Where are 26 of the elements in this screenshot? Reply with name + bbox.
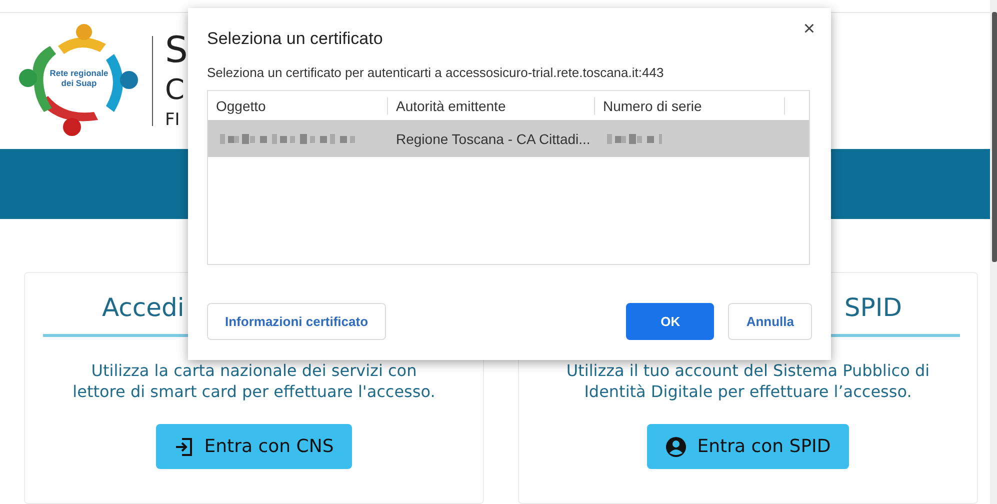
site-subtitle: C [165,72,186,107]
login-button[interactable]: Entra con CNS [156,424,352,469]
column-header[interactable]: Oggetto [208,96,388,114]
logo-text: Rete regionale dei Suap [48,68,110,88]
site-caption: FI [165,108,181,132]
card-title: Accedi [102,293,184,323]
dialog-button[interactable]: OK [626,303,714,340]
card-description: lettore di smart card per effettuare l'accesso. [72,381,436,402]
scrollbar[interactable] [990,0,997,504]
user-icon [665,436,688,458]
certificate-row[interactable]: Regione Toscana - CA Cittadi... [208,120,809,157]
card-description: Utilizza il tuo account del Sistema Pubblico di [566,360,930,381]
issuer-cell-text: Regione Toscana - CA Cittadi... [395,130,592,146]
dialog-button[interactable]: Informazioni certificato [207,303,386,340]
close-button[interactable]: × [801,18,817,41]
site-title: S [165,28,188,73]
dialog-title: Seleziona un certificato [207,29,384,49]
card-description: Identità Digitale per effettuare l’accesso. [584,381,912,402]
dialog-message: Seleziona un certificato per autenticarti a accessosicuro-trial.rete.toscana.it:443 [207,65,665,80]
dialog-button[interactable]: Annulla [728,303,812,340]
column-header[interactable]: Autorità emittente [388,96,595,114]
card-title: SPID [844,293,902,323]
login-icon [174,436,194,456]
login-button[interactable]: Entra con SPID [647,424,849,469]
column-header[interactable]: Numero di serie [595,96,785,114]
card-description: Utilizza la carta nazionale dei servizi con [91,360,417,381]
